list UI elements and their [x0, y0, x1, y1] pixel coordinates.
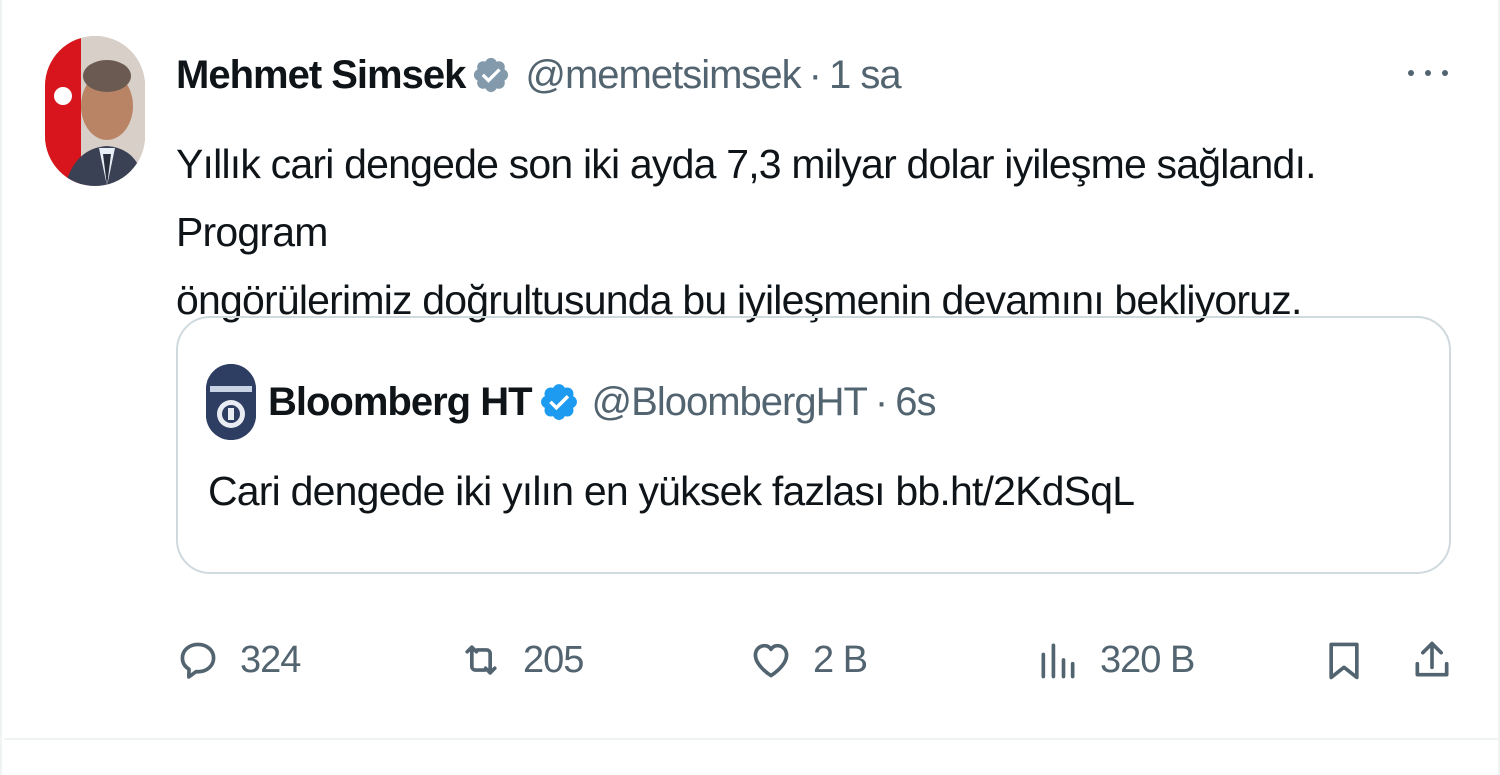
reply-icon	[180, 642, 216, 679]
repost-icon	[465, 645, 497, 675]
more-dot	[1408, 70, 1414, 76]
like-button[interactable]: 2 B	[749, 620, 868, 700]
tweet-actions-bar: 324 205 2 B 320 B	[4, 620, 1498, 700]
views-button[interactable]: 320 B	[1036, 620, 1195, 700]
repost-button[interactable]: 205	[459, 620, 584, 700]
quoted-header-separator: ·	[874, 379, 888, 424]
bloomberg-ht-logo-icon	[206, 364, 256, 440]
quoted-tweet-card[interactable]: Bloomberg HT @BloombergHT · 6s Cari deng…	[176, 316, 1451, 574]
tweet-text-line: Yıllık cari dengede son iki ayda 7,3 mil…	[176, 141, 1317, 255]
quoted-author-handle[interactable]: @BloombergHT	[592, 380, 868, 425]
tweet-timestamp[interactable]: 1 sa	[829, 53, 902, 98]
repost-count: 205	[523, 638, 584, 681]
author-name[interactable]: Mehmet Simsek	[176, 53, 466, 98]
tweet-text: Yıllık cari dengede son iki ayda 7,3 mil…	[176, 130, 1466, 334]
quoted-tweet-header: Bloomberg HT @BloombergHT · 6s	[206, 364, 937, 440]
reply-count: 324	[240, 638, 301, 681]
tweet[interactable]: Mehmet Simsek @memetsimsek · 1 sa Yıllık…	[4, 0, 1498, 740]
quoted-tweet-timestamp[interactable]: 6s	[895, 380, 936, 425]
more-dot	[1442, 70, 1448, 76]
tweet-header: Mehmet Simsek @memetsimsek · 1 sa	[176, 48, 902, 102]
quoted-author-name[interactable]: Bloomberg HT	[268, 380, 533, 425]
share-button[interactable]	[1410, 620, 1454, 700]
analytics-bars-icon	[1041, 643, 1075, 679]
quoted-author-avatar[interactable]	[206, 364, 256, 440]
like-count: 2 B	[813, 638, 868, 681]
quoted-tweet-text: Cari dengede iki yılın en yüksek fazlası…	[208, 468, 1135, 514]
header-separator: ·	[808, 52, 822, 97]
heart-icon	[753, 643, 789, 678]
author-handle[interactable]: @memetsimsek	[525, 53, 801, 98]
more-options-icon[interactable]	[1408, 58, 1448, 88]
verified-badge-icon[interactable]	[538, 381, 580, 423]
bookmark-button[interactable]	[1322, 620, 1366, 700]
bookmark-icon	[1329, 642, 1359, 680]
verified-badge-icon[interactable]	[471, 55, 511, 95]
person-portrait-icon	[45, 36, 145, 186]
timeline-frame: Mehmet Simsek @memetsimsek · 1 sa Yıllık…	[0, 0, 1500, 775]
more-dot	[1425, 70, 1431, 76]
reply-button[interactable]: 324	[176, 620, 301, 700]
author-avatar[interactable]	[45, 36, 145, 186]
share-icon	[1415, 641, 1449, 677]
view-count: 320 B	[1100, 638, 1195, 681]
